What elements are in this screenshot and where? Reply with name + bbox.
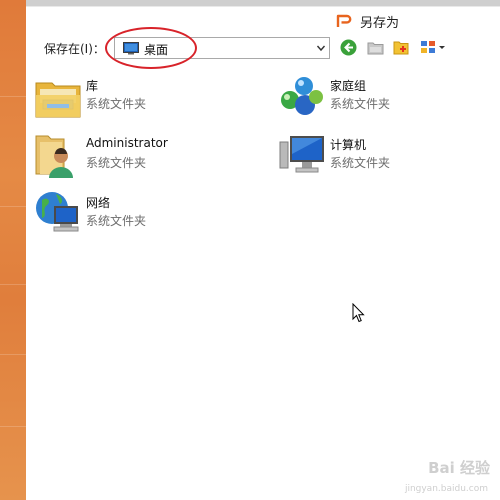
list-item[interactable]: 库 系统文件夹: [34, 73, 234, 121]
dialog-title: 另存为: [336, 11, 399, 31]
back-icon: [340, 39, 356, 55]
new-folder-icon: [393, 41, 409, 55]
item-name: Administrator: [86, 136, 168, 150]
network-icon: [36, 192, 79, 232]
back-button[interactable]: [339, 38, 357, 56]
view-menu-icon: [421, 41, 445, 53]
up-folder-button[interactable]: [366, 38, 384, 56]
item-name: 计算机: [330, 138, 367, 152]
wps-logo-icon: [336, 14, 352, 27]
background-window-edge: [0, 0, 26, 500]
item-type: 系统文件夹: [86, 156, 147, 170]
item-type: 系统文件夹: [330, 156, 391, 170]
list-item[interactable]: 网络 系统文件夹: [34, 190, 234, 238]
item-name: 库: [86, 79, 99, 93]
dialog-top-border-inner: [26, 6, 500, 7]
up-folder-icon: [367, 42, 383, 55]
dialog-title-text: 另存为: [360, 15, 400, 31]
item-type: 系统文件夹: [86, 97, 147, 111]
homegroup-icon: [281, 77, 323, 115]
watermark: Bai 经验: [428, 459, 490, 477]
mouse-cursor-icon: [352, 303, 365, 323]
list-item[interactable]: Administrator 系统文件夹: [34, 132, 234, 180]
save-in-label: 保存在(I)：: [44, 42, 105, 56]
chevron-down-icon[interactable]: [316, 42, 326, 54]
annotation-circle: [105, 27, 197, 69]
list-item[interactable]: 计算机 系统文件夹: [278, 132, 478, 180]
item-name: 网络: [86, 196, 111, 210]
new-folder-button[interactable]: [393, 38, 411, 56]
watermark-url: jingyan.baidu.com: [404, 484, 488, 494]
computer-icon: [279, 136, 324, 173]
item-type: 系统文件夹: [330, 97, 391, 111]
user-folder-icon: [35, 135, 73, 178]
library-icon: [35, 82, 81, 118]
list-item[interactable]: 家庭组 系统文件夹: [278, 73, 478, 121]
item-name: 家庭组: [330, 79, 367, 93]
view-menu-button[interactable]: [420, 38, 446, 56]
item-type: 系统文件夹: [86, 214, 147, 228]
